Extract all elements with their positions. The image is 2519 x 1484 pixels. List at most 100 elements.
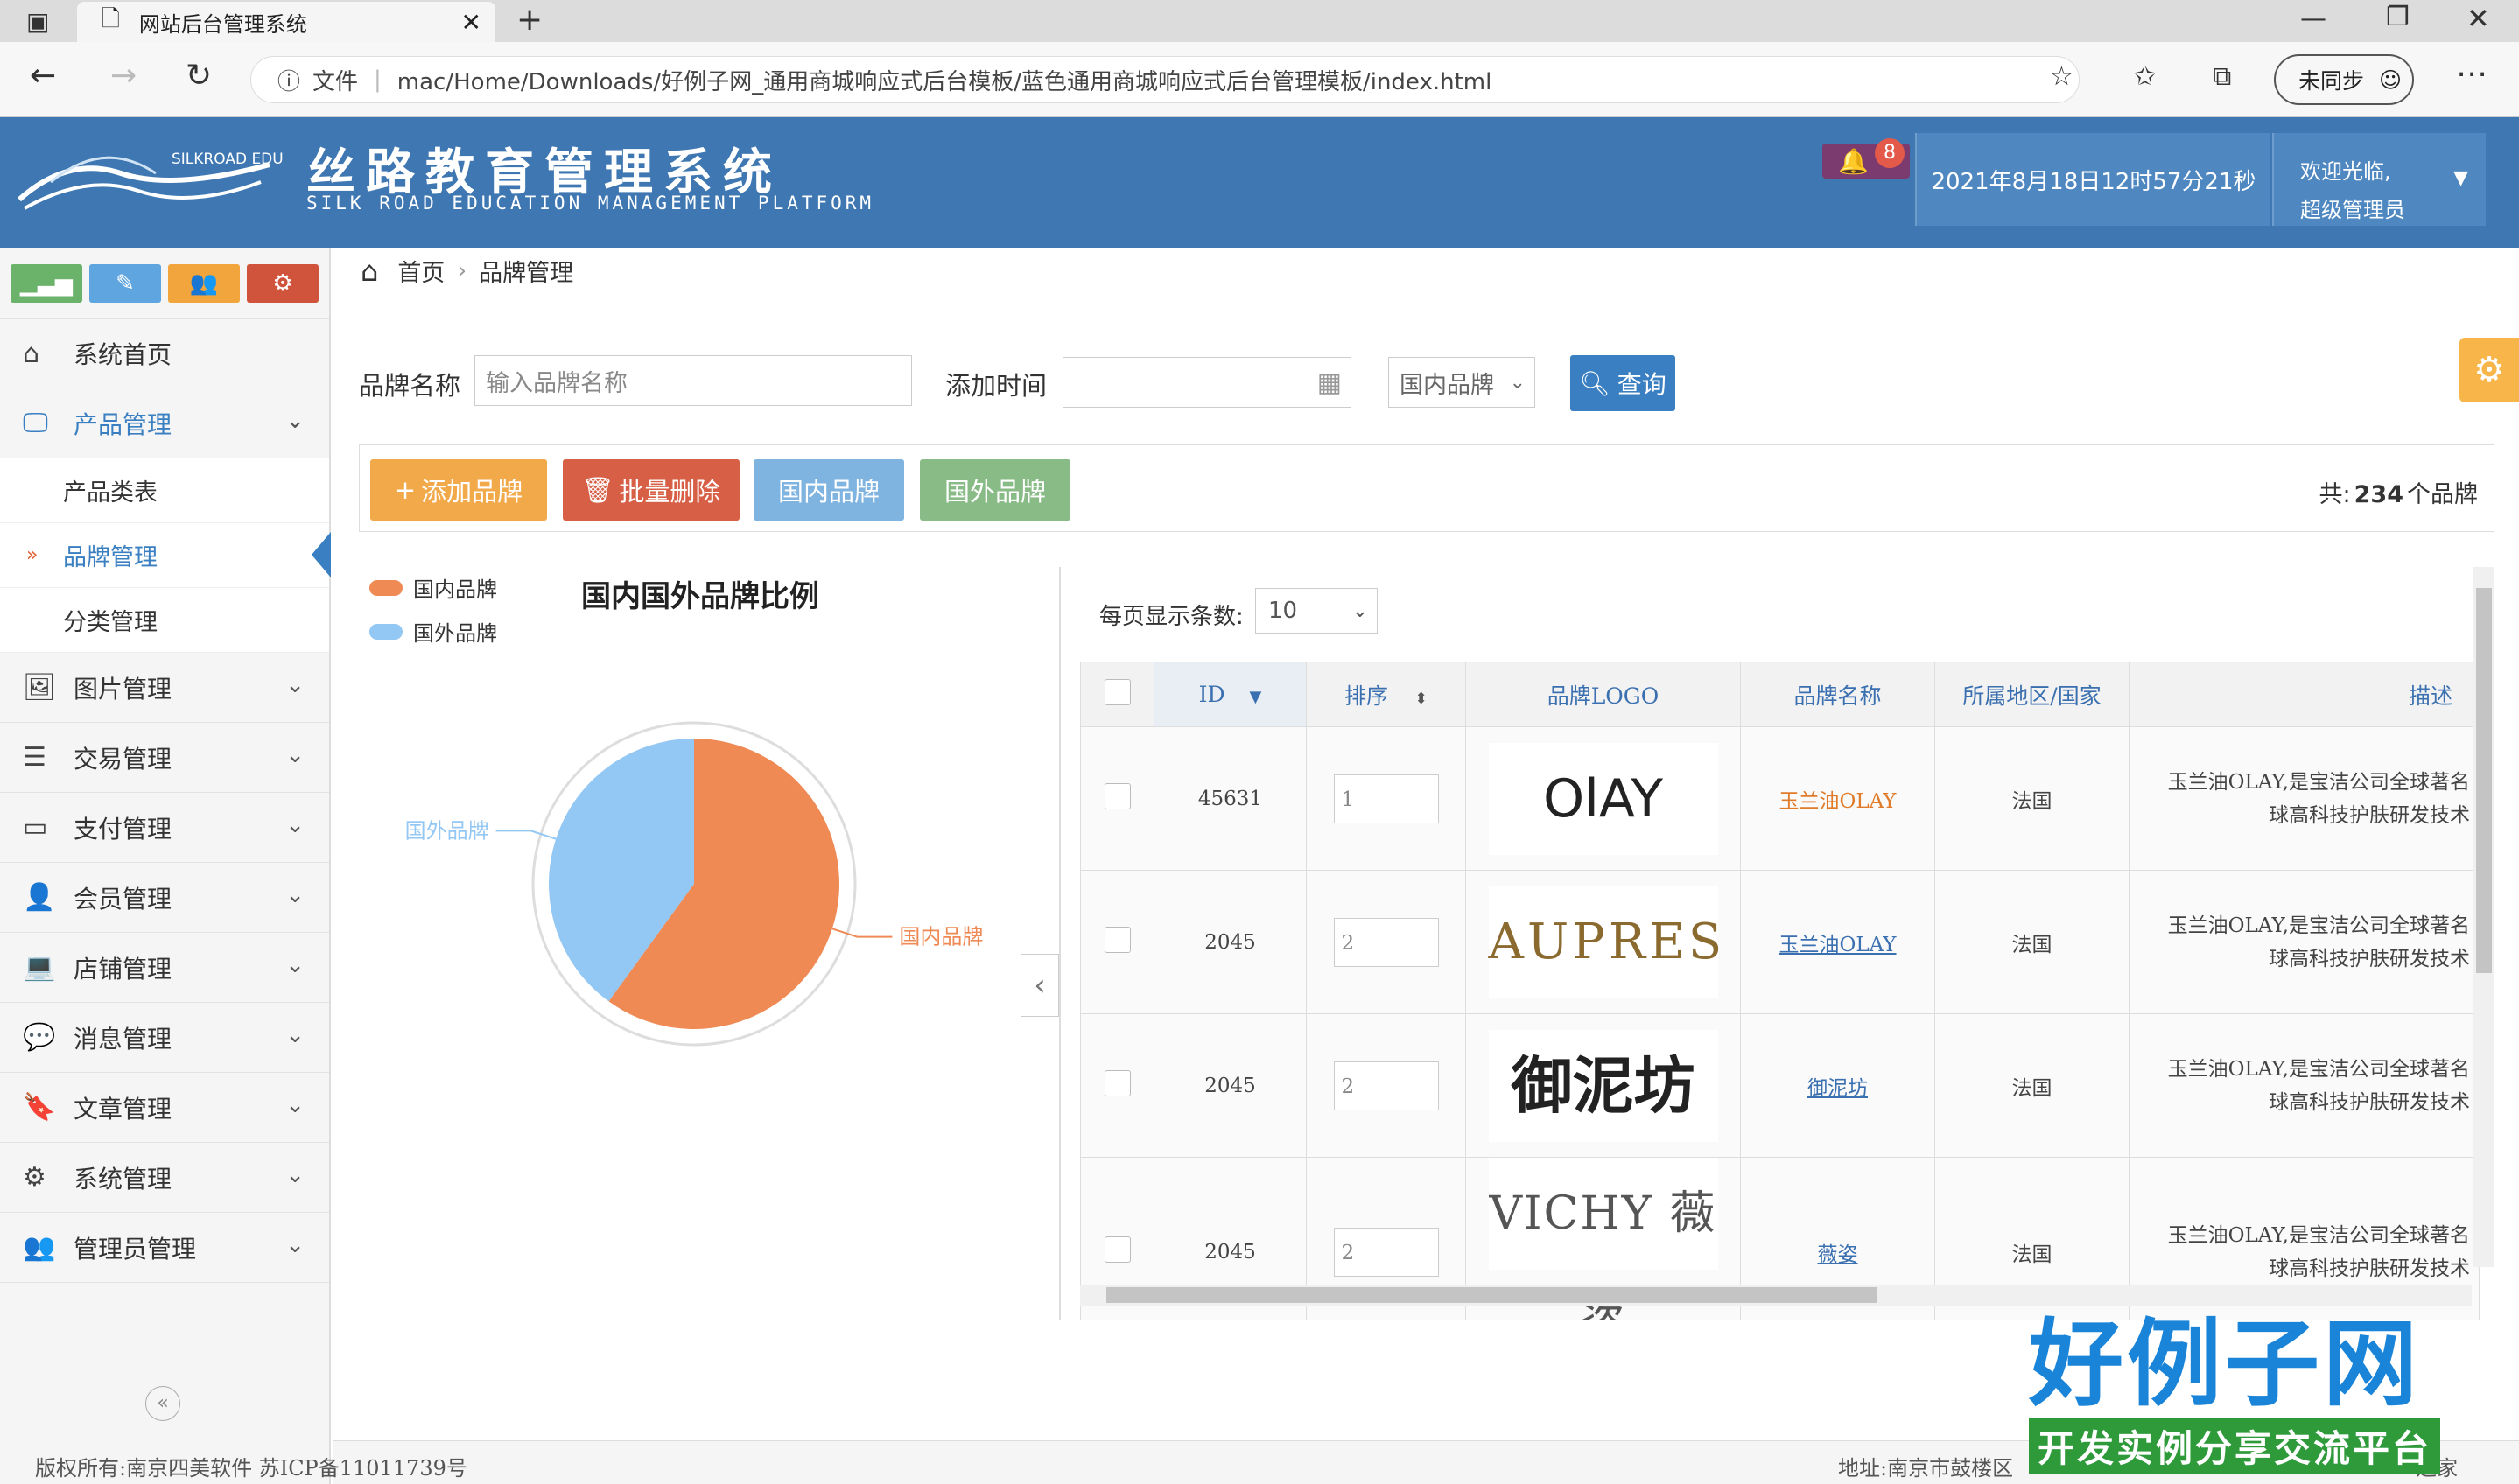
row-checkbox[interactable] <box>1104 1236 1131 1263</box>
sidebar-item-label: 支付管理 <box>74 814 172 844</box>
collapse-panel-button[interactable]: ‹ <box>1021 954 1059 1017</box>
user-icon: 👤 <box>23 882 56 913</box>
brand-name-input[interactable]: 输入品牌名称 <box>474 355 912 406</box>
sidebar-item-home[interactable]: ⌂ 系统首页 <box>0 318 329 388</box>
sidebar-item-label: 图片管理 <box>74 674 172 704</box>
bell-icon: 🔔 <box>1838 147 1869 176</box>
sidebar-item-images[interactable]: 🖼 图片管理 ⌄ <box>0 653 329 723</box>
vertical-scroll-thumb[interactable] <box>2476 588 2492 973</box>
per-page-select[interactable]: 10 ⌄ <box>1255 588 1378 634</box>
select-all-checkbox[interactable] <box>1104 678 1131 705</box>
sidebar-item-shops[interactable]: 💻 店铺管理 ⌄ <box>0 933 329 1003</box>
chevron-down-icon: ⌄ <box>1351 599 1368 622</box>
chart-icon: ▁▃▅ <box>20 270 73 297</box>
home-icon: ⌂ <box>361 254 379 288</box>
horizontal-scrollbar[interactable] <box>1080 1284 2472 1306</box>
sync-button[interactable]: 未同步 ☺ <box>2274 54 2414 105</box>
sort-input[interactable]: 2 <box>1333 917 1439 967</box>
logo-icon <box>18 156 270 210</box>
chevron-down-icon: ⌄ <box>285 672 305 698</box>
sidebar-item-system[interactable]: ⚙ 系统管理 ⌄ <box>0 1143 329 1213</box>
tab-title: 网站后台管理系统 <box>138 11 307 37</box>
vertical-scrollbar[interactable] <box>2473 567 2494 1267</box>
desc-line: 玉兰油OLAY,是宝洁公司全球著名 <box>2167 1057 2470 1081</box>
back-icon[interactable]: ← <box>30 58 56 94</box>
row-checkbox[interactable] <box>1104 782 1131 809</box>
brand-name-link[interactable]: 御泥坊 <box>1740 1013 1935 1158</box>
domestic-brand-label: 国内品牌 <box>777 477 880 507</box>
row-checkbox[interactable] <box>1104 926 1131 953</box>
brand-desc: 玉兰油OLAY,是宝洁公司全球著名 球高科技护肤研发技术 <box>2129 726 2480 871</box>
add-time-input[interactable]: ▦ <box>1063 357 1351 408</box>
add-favorite-icon[interactable]: ☆ <box>2050 61 2073 92</box>
favorites-icon[interactable]: ✩ <box>2134 61 2156 92</box>
brand-logo-image: OlAY <box>1488 742 1718 855</box>
info-icon: ⓘ <box>277 68 301 95</box>
sidebar-item-articles[interactable]: 🔖 文章管理 ⌄ <box>0 1073 329 1143</box>
tab-close-icon[interactable]: ✕ <box>461 8 481 37</box>
sidebar-item-members[interactable]: 👤 会员管理 ⌄ <box>0 863 329 933</box>
sort-input[interactable]: 2 <box>1333 1227 1439 1277</box>
chevron-down-icon: ⌄ <box>285 1092 305 1118</box>
row-checkbox[interactable] <box>1104 1069 1131 1096</box>
active-arrow-icon: » <box>26 544 39 566</box>
brand-id: 2045 <box>1154 870 1307 1014</box>
query-button[interactable]: 🔍︎ 查询 <box>1570 355 1675 411</box>
list-icon: ☰ <box>23 742 46 773</box>
chevron-down-icon: ⌄ <box>1509 371 1526 394</box>
breadcrumb-home[interactable]: 首页 <box>397 254 445 288</box>
brand-name-link[interactable]: 玉兰油OLAY <box>1740 726 1935 871</box>
users-button[interactable]: 👥 <box>168 264 240 303</box>
url-text: mac/Home/Downloads/好例子网_通用商城响应式后台模板/蓝色通用… <box>396 68 1492 95</box>
tab-actions-icon[interactable]: ▣ <box>26 7 49 36</box>
restore-icon[interactable]: ❐ <box>2386 2 2410 32</box>
id-column-header[interactable]: ID ▼ <box>1154 662 1307 727</box>
chevron-down-icon: ⌄ <box>285 408 305 434</box>
system-subtitle: SILK ROAD EDUCATION MANAGEMENT PLATFORM <box>306 192 875 214</box>
brand-name-link[interactable]: 玉兰油OLAY <box>1740 870 1935 1014</box>
domestic-brand-button[interactable]: 国内品牌 <box>754 459 904 521</box>
horizontal-scroll-thumb[interactable] <box>1106 1287 1877 1303</box>
sidebar-subitem-brand[interactable]: » 品牌管理 <box>0 523 331 588</box>
sidebar-item-products[interactable]: 🖵 产品管理 ⌄ <box>0 388 329 458</box>
window-close-icon[interactable]: ✕ <box>2466 2 2490 35</box>
new-tab-icon[interactable]: + <box>516 2 543 38</box>
sidebar-item-messages[interactable]: 💬 消息管理 ⌄ <box>0 1003 329 1073</box>
user-menu[interactable]: 欢迎光临, 超级管理员 ▼ <box>2272 133 2486 226</box>
sidebar-item-payment[interactable]: ▭ 支付管理 ⌄ <box>0 793 329 863</box>
sidebar-subitem-product-list[interactable]: 产品类表 <box>0 458 329 523</box>
notification-button[interactable]: 🔔 8 <box>1822 138 1910 178</box>
chevron-left-icon: ‹ <box>1034 968 1046 1003</box>
chevron-down-icon: ⌄ <box>285 812 305 838</box>
foreign-brand-button[interactable]: 国外品牌 <box>920 459 1070 521</box>
foreign-brand-label: 国外品牌 <box>944 477 1046 507</box>
sort-input[interactable]: 1 <box>1333 774 1439 823</box>
minimize-icon[interactable]: — <box>2300 4 2326 34</box>
sidebar-subitem-category[interactable]: 分类管理 <box>0 588 329 653</box>
edit-button[interactable]: ✎ <box>89 264 161 303</box>
sort-column-header[interactable]: 排序 ⬍ <box>1306 662 1466 727</box>
collections-icon[interactable]: ⧉ <box>2213 61 2231 92</box>
sort-input[interactable]: 2 <box>1333 1060 1439 1110</box>
add-brand-button[interactable]: + 添加品牌 <box>370 459 547 521</box>
sidebar-item-trade[interactable]: ☰ 交易管理 ⌄ <box>0 723 329 793</box>
total-suffix: 个品牌 <box>2407 481 2478 508</box>
url-field[interactable]: ⓘ 文件 | mac/Home/Downloads/好例子网_通用商城响应式后台… <box>250 56 2080 103</box>
brand-type-value: 国内品牌 <box>1400 371 1494 399</box>
breadcrumb-separator: › <box>457 257 467 284</box>
chevron-down-icon: ⌄ <box>285 742 305 768</box>
batch-delete-button[interactable]: 🗑 批量删除 <box>563 459 740 521</box>
refresh-icon[interactable]: ↻ <box>186 58 212 94</box>
more-icon[interactable]: ⋯ <box>2456 56 2487 92</box>
collapse-sidebar-icon[interactable]: « <box>145 1386 180 1421</box>
sidebar-item-admins[interactable]: 👥 管理员管理 ⌄ <box>0 1213 329 1283</box>
forward-icon[interactable]: → <box>110 58 137 94</box>
brand-type-select[interactable]: 国内品牌 ⌄ <box>1388 357 1535 408</box>
stats-button[interactable]: ▁▃▅ <box>11 264 82 303</box>
settings-button[interactable]: ⚙ <box>247 264 319 303</box>
total-prefix: 共: <box>2319 481 2351 508</box>
settings-float-button[interactable]: ⚙ <box>2459 338 2519 402</box>
image-icon: 🖼 <box>23 672 57 703</box>
browser-tab[interactable]: 🗋 网站后台管理系统 ✕ <box>77 2 495 42</box>
sidebar-item-label: 管理员管理 <box>74 1234 197 1264</box>
